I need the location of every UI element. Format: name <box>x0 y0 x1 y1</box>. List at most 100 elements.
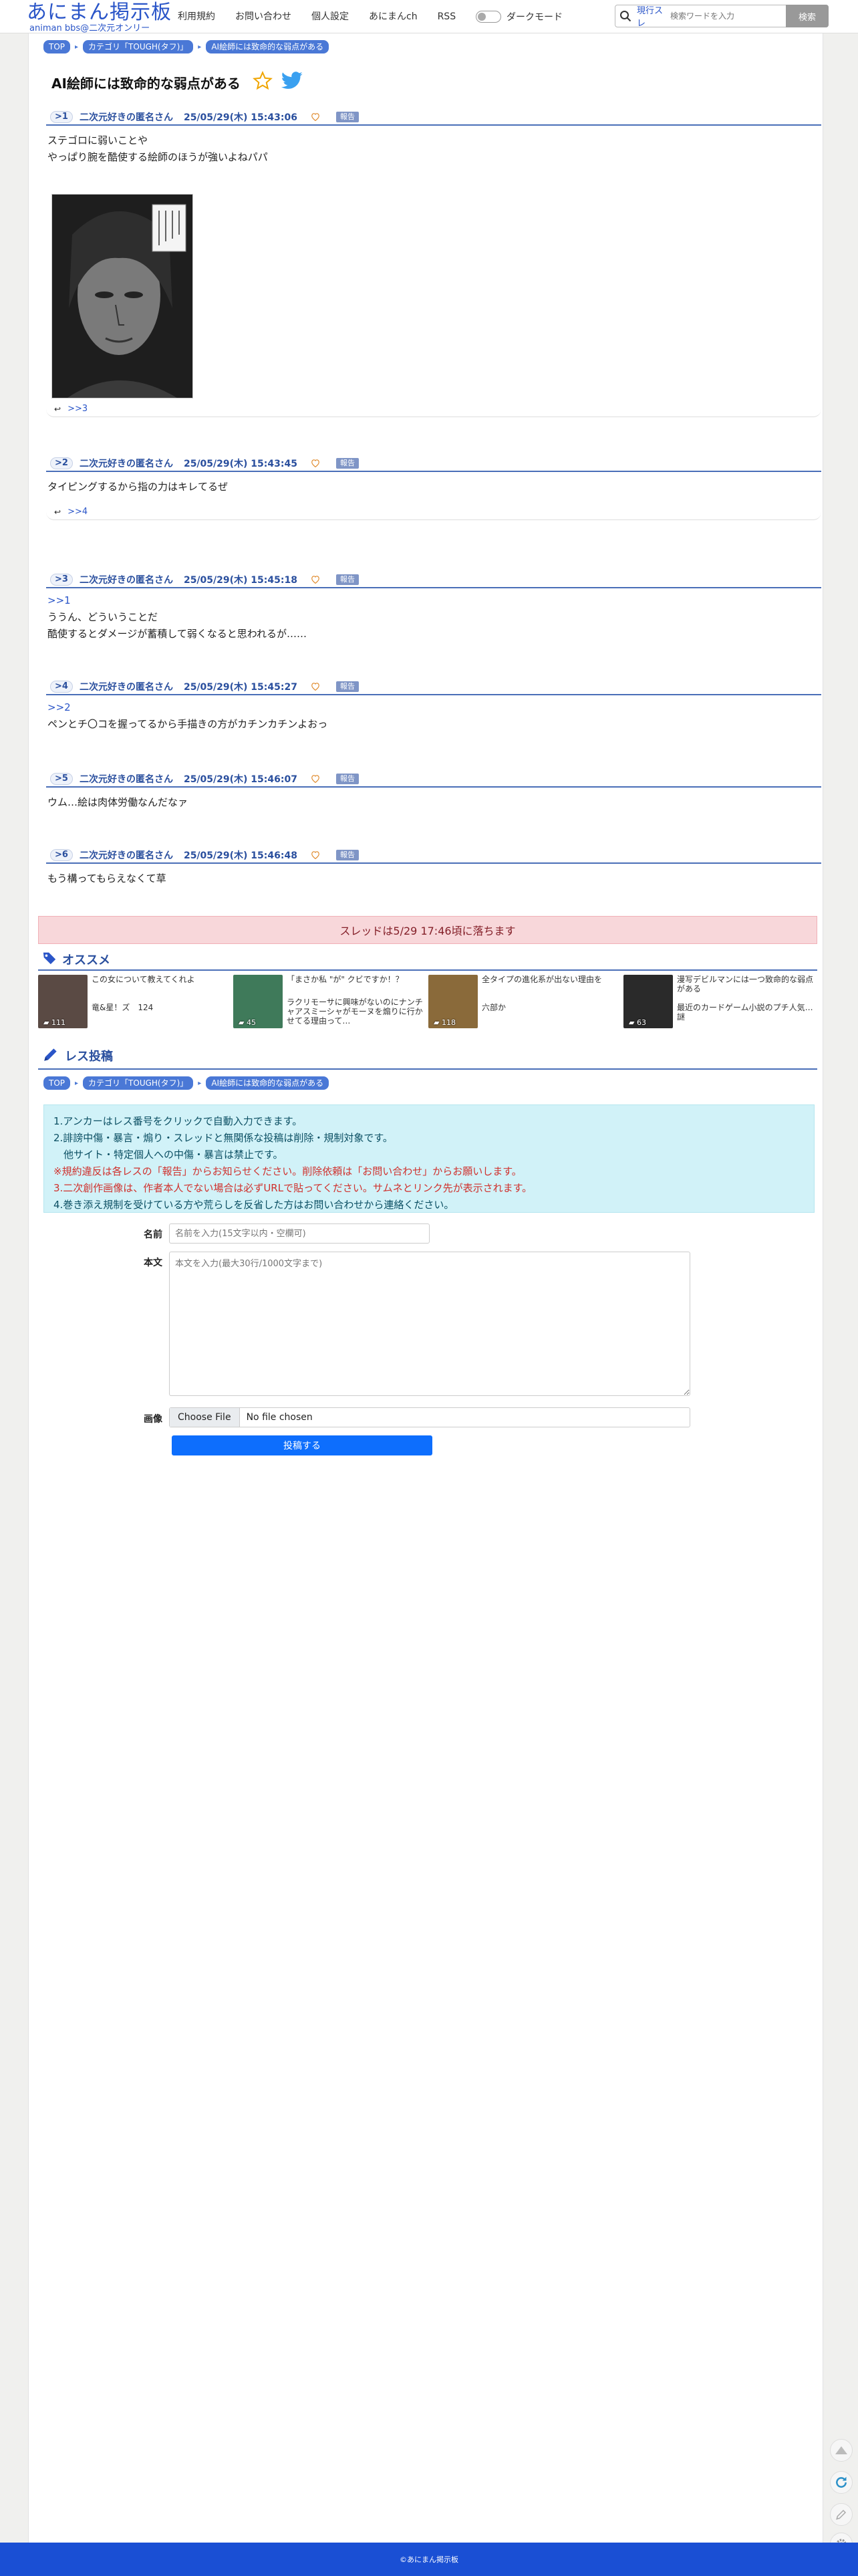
footer: ©あにまん掲示板 <box>0 2543 858 2576</box>
reply-anchor-link[interactable]: >>3 <box>67 404 88 414</box>
reply-icon: ↩ <box>54 507 61 517</box>
breadcrumb-category[interactable]: カテゴリ「TOUGH(タフ)」 <box>83 1076 194 1090</box>
reply-icon: ↩ <box>54 404 61 414</box>
search-icon <box>615 6 635 26</box>
breadcrumb-top[interactable]: TOP <box>43 40 71 53</box>
search-scope-select[interactable]: 現行スレ <box>637 3 670 29</box>
poster-name: 二次元好きの匿名さん <box>79 850 173 861</box>
recommend-subtitle-text[interactable]: ラクリモーサに興味がないのにナンチャアスミーシャがモーヌを煽りに行かせてる理由っ… <box>287 998 427 1026</box>
post-line: ウム…絵は肉体労働なんだなァ <box>47 796 188 808</box>
post-number[interactable]: >1 <box>50 111 73 123</box>
post-body: >>1 ううん、どういうことだ 酷使するとダメージが蓄積して弱くなると思われるが… <box>46 592 821 642</box>
recommend-item[interactable]: ▰ 111 この女について教えてくれよ 竜&星！ズ 124 <box>38 975 232 1032</box>
anchor-link[interactable]: >>1 <box>47 592 821 609</box>
recommend-item[interactable]: ▰ 118 全タイプの進化系が出ない理由を 六部か <box>428 975 622 1032</box>
post-2: >2 二次元好きの匿名さん 25/05/29(木) 15:43:45 報告 タイ… <box>46 456 821 536</box>
dark-mode-switch[interactable] <box>476 11 501 23</box>
submit-post-button[interactable]: 投稿する <box>172 1435 432 1455</box>
site-logo[interactable]: あにまん掲示板 animan bbs@二次元オンリー <box>27 1 174 33</box>
post-date: 25/05/29(木) 15:43:45 <box>183 459 297 469</box>
reply-count: ▰ 45 <box>239 1018 256 1027</box>
logo-sub-text: animan bbs@二次元オンリー <box>29 23 150 33</box>
post-3: >3 二次元好きの匿名さん 25/05/29(木) 15:45:18 報告 >>… <box>46 572 821 646</box>
like-heart-icon[interactable] <box>311 681 320 693</box>
post-number[interactable]: >4 <box>50 681 73 693</box>
rule-line: 1.アンカーはレス番号をクリックで自動入力できます。 <box>53 1115 303 1127</box>
favorite-star-icon[interactable] <box>253 71 273 94</box>
like-heart-icon[interactable] <box>311 111 320 124</box>
search-input[interactable] <box>670 7 777 25</box>
poster-name: 二次元好きの匿名さん <box>79 774 173 785</box>
breadcrumb-category[interactable]: カテゴリ「TOUGH(タフ)」 <box>83 40 194 53</box>
breadcrumb-separator: ▸ <box>198 43 202 51</box>
post-header: >6 二次元好きの匿名さん 25/05/29(木) 15:46:48 報告 <box>46 848 821 864</box>
breadcrumb-thread[interactable]: AI絵師には致命的な弱点がある <box>206 40 329 53</box>
reply-links: ↩ >>4 <box>46 504 821 520</box>
nav-contact-link[interactable]: お問い合わせ <box>235 10 291 23</box>
recommend-subtitle-text[interactable]: 六部か <box>482 1003 622 1012</box>
recommend-thumbnail[interactable]: ▰ 111 <box>38 975 88 1028</box>
post-number[interactable]: >5 <box>50 773 73 785</box>
report-button[interactable]: 報告 <box>335 850 359 860</box>
recommend-list: ▰ 111 この女について教えてくれよ 竜&星！ズ 124 ▰ 45 「まさか私… <box>38 975 817 1035</box>
dark-mode-toggle[interactable]: ダークモード <box>476 10 563 23</box>
recommend-title-text[interactable]: 漫写デビルマンには一つ致命的な弱点がある <box>677 975 817 993</box>
recommend-title-text[interactable]: この女について教えてくれよ <box>92 975 232 984</box>
compose-button[interactable] <box>830 2503 853 2526</box>
post-header: >3 二次元好きの匿名さん 25/05/29(木) 15:45:18 報告 <box>46 572 821 588</box>
nav-rss-link[interactable]: RSS <box>438 10 456 23</box>
like-heart-icon[interactable] <box>311 574 320 586</box>
post-4: >4 二次元好きの匿名さん 25/05/29(木) 15:45:27 報告 >>… <box>46 679 821 733</box>
image-label: 画像 <box>144 1414 162 1425</box>
twitter-share-icon[interactable] <box>281 71 303 94</box>
recommend-item[interactable]: ▰ 63 漫写デビルマンには一つ致命的な弱点がある 最近のカードゲーム小説のプチ… <box>623 975 817 1032</box>
name-input[interactable] <box>169 1223 430 1244</box>
rule-line: 他サイト・特定個人への中傷・暴言は禁止です。 <box>53 1149 283 1161</box>
nav-settings-link[interactable]: 個人設定 <box>311 10 349 23</box>
post-header: >4 二次元好きの匿名さん 25/05/29(木) 15:45:27 報告 <box>46 679 821 695</box>
reply-anchor-link[interactable]: >>4 <box>67 507 88 517</box>
report-button[interactable]: 報告 <box>335 112 359 122</box>
report-button[interactable]: 報告 <box>335 574 359 585</box>
report-button[interactable]: 報告 <box>335 681 359 692</box>
recommend-subtitle-text[interactable]: 竜&星！ズ 124 <box>92 1003 232 1012</box>
report-button[interactable]: 報告 <box>335 458 359 469</box>
post-image-thumbnail[interactable] <box>51 194 193 398</box>
breadcrumb-thread[interactable]: AI絵師には致命的な弱点がある <box>206 1076 329 1090</box>
post-number[interactable]: >3 <box>50 574 73 586</box>
main-content: TOP ▸ カテゴリ「TOUGH(タフ)」 ▸ AI絵師には致命的な弱点がある … <box>28 33 823 2543</box>
reply-form-divider <box>38 1068 817 1070</box>
like-heart-icon[interactable] <box>311 849 320 862</box>
breadcrumb-top[interactable]: TOP <box>43 1076 71 1090</box>
like-heart-icon[interactable] <box>311 773 320 786</box>
anchor-link[interactable]: >>2 <box>47 699 821 716</box>
choose-file-button[interactable]: Choose File <box>170 1408 240 1427</box>
top-bar: あにまん掲示板 animan bbs@二次元オンリー 利用規約 お問い合わせ 個… <box>0 0 858 33</box>
recommend-thumbnail[interactable]: ▰ 118 <box>428 975 478 1028</box>
copyright-text: ©あにまん掲示板 <box>400 2555 458 2564</box>
reload-button[interactable] <box>830 2471 853 2494</box>
nav-animanch-link[interactable]: あにまんch <box>369 10 418 23</box>
recommend-item[interactable]: ▰ 45 「まさか私 "が" クビですか！？ ラクリモーサに興味がないのにナンチ… <box>233 975 427 1032</box>
post-line: もう構ってもらえなくて草 <box>47 872 166 885</box>
thread-title: AI絵師には致命的な弱点がある <box>51 75 241 92</box>
recommend-title-text[interactable]: 全タイプの進化系が出ない理由を <box>482 975 622 984</box>
reply-count: ▰ 111 <box>43 1018 65 1027</box>
recommend-thumbnail[interactable]: ▰ 45 <box>233 975 283 1028</box>
search-button[interactable]: 検索 <box>786 5 829 27</box>
image-file-input[interactable]: Choose File No file chosen <box>169 1407 690 1427</box>
report-button[interactable]: 報告 <box>335 774 359 784</box>
thread-header: AI絵師には致命的な弱点がある <box>51 71 303 94</box>
post-number[interactable]: >2 <box>50 457 73 469</box>
name-label: 名前 <box>144 1230 162 1240</box>
recommend-title-text[interactable]: 「まさか私 "が" クビですか！？ <box>287 975 427 984</box>
post-5: >5 二次元好きの匿名さん 25/05/29(木) 15:46:07 報告 ウム… <box>46 772 821 812</box>
nav-terms-link[interactable]: 利用規約 <box>178 10 215 23</box>
post-number[interactable]: >6 <box>50 849 73 861</box>
recommend-subtitle-text[interactable]: 最近のカードゲーム小説のプチ人気…謎 <box>677 1003 817 1022</box>
like-heart-icon[interactable] <box>311 457 320 470</box>
recommend-thumbnail[interactable]: ▰ 63 <box>623 975 673 1028</box>
poster-name: 二次元好きの匿名さん <box>79 682 173 693</box>
scroll-top-button[interactable] <box>830 2439 853 2462</box>
body-textarea[interactable] <box>169 1252 690 1396</box>
